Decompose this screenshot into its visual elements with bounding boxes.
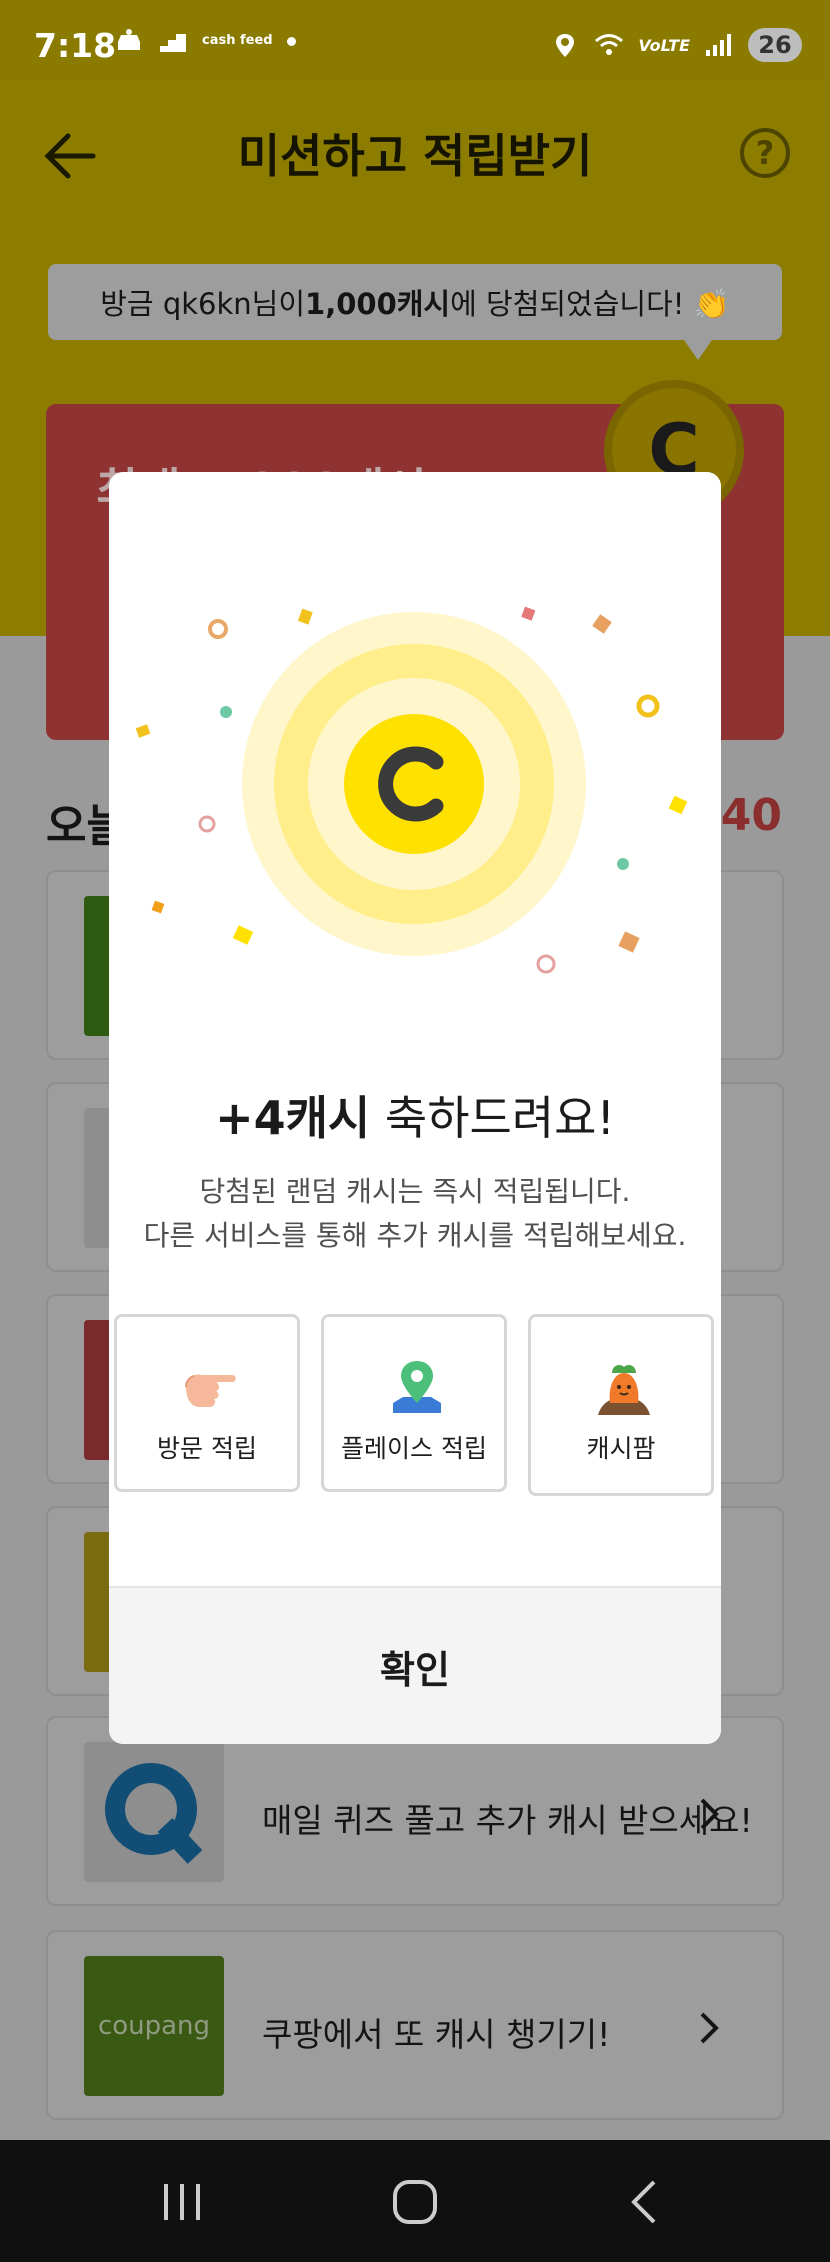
visit-earn-option[interactable]: 방문 적립 (114, 1314, 300, 1492)
desc-line-2: 다른 서비스를 통해 추가 캐시를 적립해보세요. (143, 1219, 687, 1252)
carrot-icon (598, 1365, 650, 1415)
quiz-thumbnail (84, 1742, 224, 1882)
modal-headline: +4캐시 축하드려요! (109, 1082, 721, 1148)
list-item-quiz[interactable]: 매일 퀴즈 풀고 추가 캐시 받으세요! (46, 1716, 784, 1906)
list-item-text: 매일 퀴즈 풀고 추가 캐시 받으세요! (262, 1801, 753, 1840)
place-earn-option[interactable]: 플레이스 적립 (321, 1314, 507, 1492)
winner-amount: 1,000캐시 (305, 287, 451, 321)
list-item-coupang[interactable]: coupang 쿠팡에서 또 캐시 챙기기! (46, 1930, 784, 2120)
status-time: 7:18 (34, 26, 117, 65)
reward-modal: +4캐시 축하드려요! 당첨된 랜덤 캐시는 즉시 적립됩니다. 다른 서비스를… (109, 472, 721, 1744)
car-icon (118, 29, 140, 50)
headline-message: 축하드려요! (370, 1091, 615, 1145)
signal-icon (706, 34, 731, 56)
winner-suffix: 에 당첨되었습니다! 👏 (450, 287, 730, 321)
cash-farm-option[interactable]: 캐시팜 (528, 1314, 714, 1496)
bubble-tail (684, 340, 712, 360)
chevron-right-icon (700, 1798, 719, 1830)
status-bar: 7:18 cash feed VoLTE 26 (0, 0, 830, 80)
list-item-text: 쿠팡에서 또 캐시 챙기기! (262, 2015, 611, 2054)
system-nav-bar (0, 2140, 830, 2262)
recent-apps-icon[interactable] (150, 2170, 214, 2234)
winner-ticker: 방금 qk6kn님이 1,000캐시 에 당첨되었습니다! 👏 (48, 264, 782, 340)
quiz-q-icon (105, 1763, 203, 1864)
cashfeed-icon: cash feed (202, 33, 273, 48)
home-icon[interactable] (383, 2170, 447, 2234)
option-label: 캐시팜 (586, 1434, 656, 1463)
page-title: 미션하고 적립받기 (237, 129, 593, 183)
notification-dot-icon (286, 36, 296, 46)
map-pin-icon (393, 1361, 441, 1413)
wifi-icon (595, 34, 624, 55)
reward-amount: +4캐시 (215, 1091, 371, 1145)
status-right-icons: VoLTE 26 (550, 28, 802, 62)
option-label: 방문 적립 (157, 1434, 257, 1463)
winner-prefix: 방금 qk6kn님이 (100, 287, 306, 321)
volte-icon: VoLTE (638, 35, 690, 55)
option-label: 플레이스 적립 (341, 1434, 487, 1463)
modal-footer: 확인 (109, 1586, 721, 1744)
confirm-button[interactable]: 확인 (109, 1588, 721, 1744)
stairs-icon (160, 34, 186, 52)
status-left-icons: cash feed (114, 28, 296, 54)
desc-line-1: 당첨된 랜덤 캐시는 즉시 적립됩니다. (199, 1175, 631, 1208)
help-icon[interactable]: ? (740, 128, 790, 178)
coupang-thumbnail: coupang (84, 1956, 224, 2096)
location-icon (556, 34, 575, 57)
battery-indicator: 26 (748, 28, 802, 62)
coin-burst-illustration (135, 606, 688, 974)
pointing-hand-icon (185, 1374, 236, 1407)
back-nav-icon[interactable] (614, 2170, 678, 2234)
modal-description: 당첨된 랜덤 캐시는 즉시 적립됩니다. 다른 서비스를 통해 추가 캐시를 적… (109, 1170, 721, 1258)
chevron-right-icon (700, 2012, 719, 2044)
